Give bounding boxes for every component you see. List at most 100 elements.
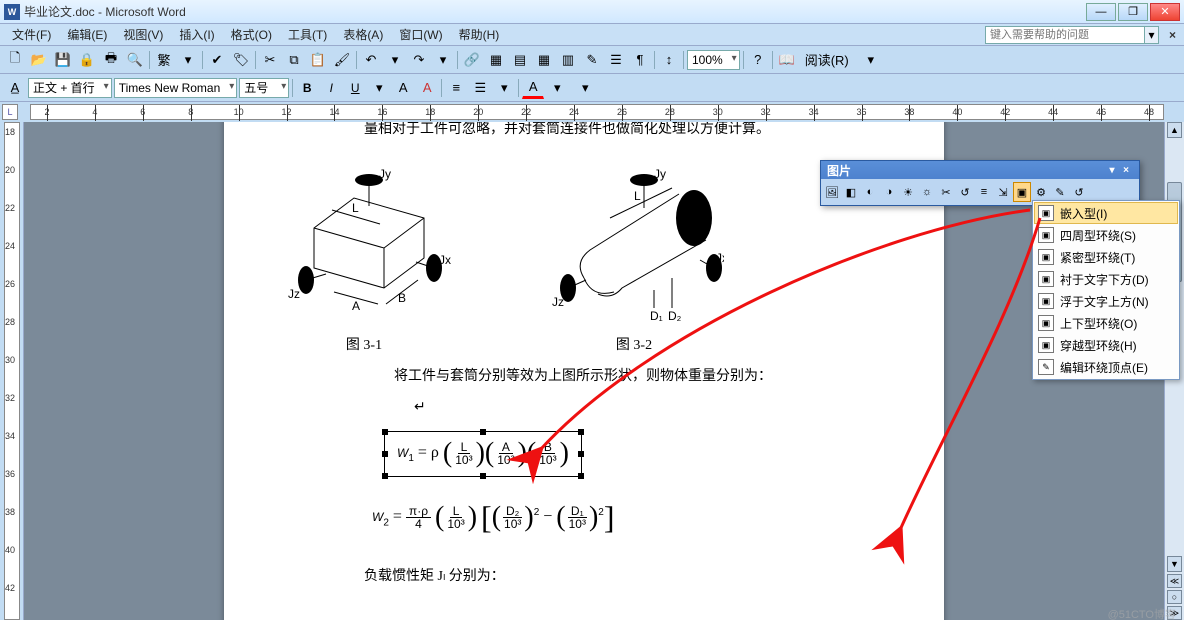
wrap-front-item[interactable]: ▣浮于文字上方(N)	[1034, 290, 1178, 312]
font-color-button[interactable]: A	[522, 77, 544, 99]
help-button[interactable]: ?	[747, 49, 769, 71]
underline-button[interactable]: U	[344, 77, 366, 99]
color-button[interactable]: ◧	[842, 182, 860, 202]
vertical-ruler[interactable]: 18202224262830323436384042	[0, 122, 24, 620]
show-paragraph-button[interactable]: ¶	[629, 49, 651, 71]
equation-object-selected[interactable]: W1 = ρ (L10³)(A10³)(B10³)	[384, 431, 582, 477]
compress-button[interactable]: ⇲	[994, 182, 1012, 202]
picture-toolbar-close-button[interactable]: ×	[1119, 163, 1133, 177]
menu-table[interactable]: 表格(A)	[335, 24, 391, 45]
copy-button[interactable]: ⧉	[283, 49, 305, 71]
save-button[interactable]: 💾	[52, 49, 74, 71]
less-brightness-button[interactable]: ☼	[918, 182, 936, 202]
font-color-dd-button[interactable]: ▾	[546, 77, 568, 99]
char-border-button[interactable]: A	[392, 77, 414, 99]
scroll-up-button[interactable]: ▲	[1167, 122, 1182, 138]
read-layout-icon[interactable]: 📖	[776, 49, 798, 71]
toolbar2-overflow-button[interactable]: ▾	[574, 77, 596, 99]
style-combo[interactable]: 正文 + 首行	[28, 78, 112, 98]
fontsize-combo[interactable]: 五号	[239, 78, 289, 98]
more-contrast-button[interactable]: ◐	[861, 182, 879, 202]
hyperlink-button[interactable]: 🔗	[461, 49, 483, 71]
italic-button[interactable]: I	[320, 77, 342, 99]
print-button[interactable]: 🖶	[100, 49, 122, 71]
toolbar-overflow-button[interactable]: ▾	[860, 49, 882, 71]
excel-button[interactable]: ▦	[533, 49, 555, 71]
insert-table-button[interactable]: ▤	[509, 49, 531, 71]
less-contrast-button[interactable]: ◑	[880, 182, 898, 202]
wrap-behind-item[interactable]: ▣衬于文字下方(D)	[1034, 268, 1178, 290]
horizontal-ruler[interactable]: 2468101214161820222426283032343638404244…	[30, 104, 1164, 120]
wrap-editpoints-item[interactable]: ✎编辑环绕顶点(E)	[1034, 356, 1178, 378]
drawing-button[interactable]: ✎	[581, 49, 603, 71]
zoom-combo[interactable]: 100%	[687, 50, 740, 70]
undo-button[interactable]: ↶	[360, 49, 382, 71]
paste-button[interactable]: 📋	[307, 49, 329, 71]
align-dd-button[interactable]: ▾	[493, 77, 515, 99]
help-search-dropdown[interactable]: ▾	[1145, 26, 1159, 44]
reset-picture-button[interactable]: ↺	[1070, 182, 1088, 202]
picture-toolbar-options-button[interactable]: ▾	[1105, 163, 1119, 177]
align-dist-button[interactable]: ☰	[469, 77, 491, 99]
window-close-button[interactable]: ✕	[1150, 3, 1180, 21]
spellcheck-button[interactable]: ✔	[206, 49, 228, 71]
svg-text:B: B	[398, 291, 406, 305]
chinese-sc-dd-button[interactable]: ▾	[177, 49, 199, 71]
menu-help[interactable]: 帮助(H)	[451, 24, 508, 45]
styles-task-button[interactable]: A̲	[4, 77, 26, 99]
open-button[interactable]: 📂	[28, 49, 50, 71]
insert-picture-button[interactable]: 🖼	[823, 182, 841, 202]
redo-dd-button[interactable]: ▾	[432, 49, 454, 71]
wrap-square-item[interactable]: ▣四周型环绕(S)	[1034, 224, 1178, 246]
ruler-corner-tab[interactable]: L	[2, 104, 18, 120]
char-shading-button[interactable]: A	[416, 77, 438, 99]
menu-file[interactable]: 文件(F)	[4, 24, 59, 45]
docmap-button[interactable]: ☰	[605, 49, 627, 71]
figure-3-1: Jy L Jz Jx A B	[274, 158, 454, 328]
align-left-button[interactable]: ≡	[445, 77, 467, 99]
wrap-topbottom-item[interactable]: ▣上下型环绕(O)	[1034, 312, 1178, 334]
document-close-button[interactable]: ×	[1165, 28, 1180, 42]
rotate-left-button[interactable]: ↺	[956, 182, 974, 202]
underline-dd-button[interactable]: ▾	[368, 77, 390, 99]
text-wrapping-button[interactable]: ▣	[1013, 182, 1031, 202]
undo-dd-button[interactable]: ▾	[384, 49, 406, 71]
chinese-sc-button[interactable]: 繁	[153, 49, 175, 71]
svg-text:Jz: Jz	[288, 287, 300, 301]
redo-button[interactable]: ↷	[408, 49, 430, 71]
read-layout-button[interactable]: 阅读(R)	[800, 49, 854, 71]
menu-view[interactable]: 视图(V)	[115, 24, 171, 45]
wrap-inline-item[interactable]: ▣嵌入型(I)	[1034, 202, 1178, 224]
cut-button[interactable]: ✂	[259, 49, 281, 71]
menu-insert[interactable]: 插入(I)	[171, 24, 222, 45]
menu-edit[interactable]: 编辑(E)	[59, 24, 115, 45]
crop-button[interactable]: ✂	[937, 182, 955, 202]
prev-page-button[interactable]: ≪	[1167, 574, 1182, 588]
permission-button[interactable]: 🔒	[76, 49, 98, 71]
window-minimize-button[interactable]: —	[1086, 3, 1116, 21]
print-preview-button[interactable]: 🔍	[124, 49, 146, 71]
wrap-tight-item[interactable]: ▣紧密型环绕(T)	[1034, 246, 1178, 268]
menu-tools[interactable]: 工具(T)	[280, 24, 335, 45]
help-search-input[interactable]	[985, 26, 1145, 44]
window-title: 毕业论文.doc - Microsoft Word	[24, 3, 1086, 20]
window-maximize-button[interactable]: ❐	[1118, 3, 1148, 21]
bold-button[interactable]: B	[296, 77, 318, 99]
scroll-down-button[interactable]: ▼	[1167, 556, 1182, 572]
menu-window[interactable]: 窗口(W)	[391, 24, 450, 45]
new-doc-button[interactable]: 🗋	[4, 49, 26, 71]
toolbar-sep	[682, 49, 685, 71]
menu-format[interactable]: 格式(O)	[223, 24, 280, 45]
vertical-text-button[interactable]: ↕	[658, 49, 680, 71]
browse-object-button[interactable]: ○	[1167, 590, 1182, 604]
research-button[interactable]: 🏷	[230, 49, 252, 71]
format-picture-button[interactable]: ⚙	[1032, 182, 1050, 202]
line-style-button[interactable]: ≡	[975, 182, 993, 202]
columns-button[interactable]: ▥	[557, 49, 579, 71]
tables-borders-button[interactable]: ▦	[485, 49, 507, 71]
wrap-through-item[interactable]: ▣穿越型环绕(H)	[1034, 334, 1178, 356]
more-brightness-button[interactable]: ☀	[899, 182, 917, 202]
font-combo[interactable]: Times New Roman	[114, 78, 238, 98]
format-painter-button[interactable]: 🖌	[331, 49, 353, 71]
set-transparent-button[interactable]: ✎	[1051, 182, 1069, 202]
